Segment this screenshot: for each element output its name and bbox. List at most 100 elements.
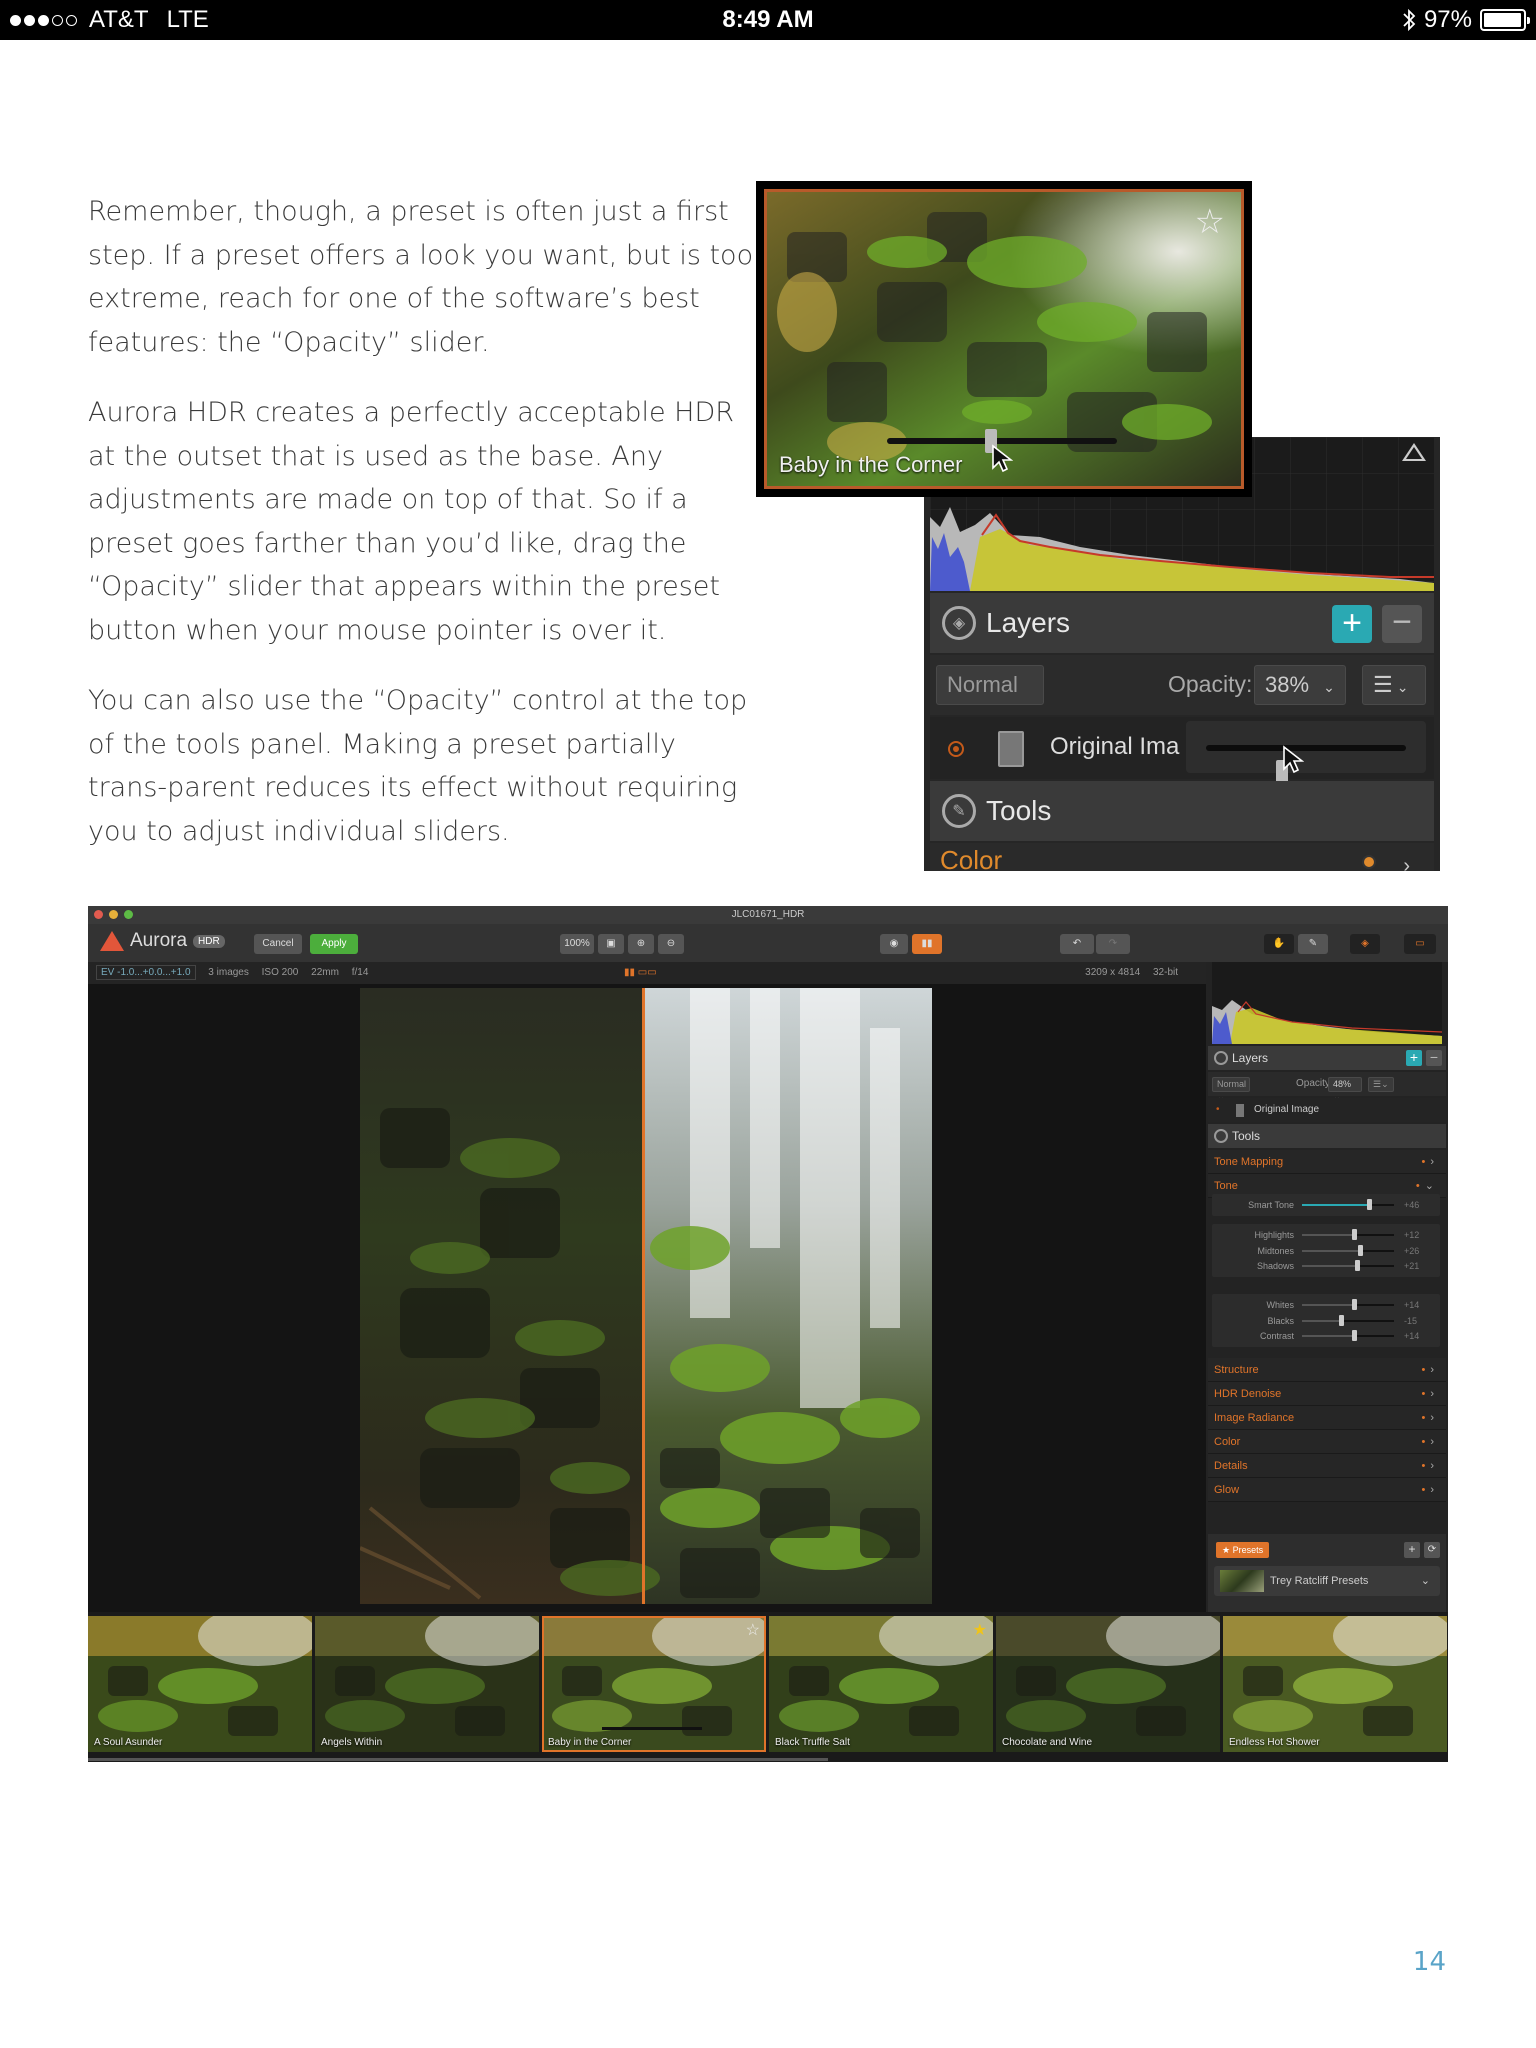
signal-dot: [52, 14, 63, 26]
favorite-star-icon[interactable]: ☆: [1195, 202, 1225, 242]
add-layer-button[interactable]: +: [1406, 1050, 1422, 1066]
preset-thumbnail[interactable]: ★ Black Truffle Salt: [769, 1616, 993, 1752]
tool-section-details[interactable]: Details • ›: [1208, 1454, 1446, 1478]
slider-track[interactable]: [1302, 1229, 1394, 1240]
zoom-window-icon[interactable]: [124, 910, 133, 919]
page-number: 14: [1412, 1947, 1446, 1977]
slider-track[interactable]: [1302, 1330, 1394, 1341]
refresh-presets-icon[interactable]: ⟳: [1424, 1542, 1440, 1558]
preset-collection-select[interactable]: Trey Ratcliff Presets ⌄: [1214, 1566, 1440, 1596]
presets-toggle-icon[interactable]: ▭: [1404, 934, 1436, 954]
slider-value: +21: [1404, 1261, 1420, 1271]
chevron-right-icon: • ›: [1421, 1412, 1434, 1424]
tool-section-color[interactable]: Color • ›: [1208, 1430, 1446, 1454]
layer-menu-button[interactable]: ☰⌄: [1368, 1077, 1394, 1092]
add-preset-button[interactable]: +: [1404, 1542, 1420, 1558]
zoom-in-icon[interactable]: ⊕: [628, 934, 654, 954]
favorite-star-icon[interactable]: ★: [973, 1620, 987, 1640]
blend-mode-select[interactable]: Normal ⌄: [936, 665, 1044, 733]
presets-filmstrip: A Soul Asunder Angels Within ☆ Baby in the …: [88, 1612, 1448, 1762]
tool-section-label: Structure: [1214, 1364, 1259, 1376]
favorite-star-icon[interactable]: ☆: [746, 1620, 760, 1640]
compare-mode-icon[interactable]: ▮▮ ▭▭: [624, 962, 657, 984]
tool-section-hdr-denoise[interactable]: HDR Denoise • ›: [1208, 1382, 1446, 1406]
slider-handle[interactable]: [1352, 1330, 1358, 1341]
opacity-select[interactable]: 48% ⌄: [1328, 1077, 1362, 1102]
tool-section-color[interactable]: Color ›: [930, 843, 1434, 871]
zoom-100-button[interactable]: 100%: [560, 934, 594, 954]
hand-tool-icon[interactable]: ✋: [1264, 934, 1294, 954]
slider-track[interactable]: [1302, 1244, 1394, 1256]
tool-section-structure[interactable]: Structure • ›: [1208, 1358, 1446, 1382]
remove-layer-button[interactable]: −: [1382, 605, 1422, 643]
layers-toggle-icon[interactable]: ◈: [1350, 934, 1380, 954]
presets-tab[interactable]: ★ Presets: [1216, 1542, 1270, 1558]
slider-track[interactable]: [1302, 1299, 1394, 1310]
preset-thumbnail[interactable]: Chocolate and Wine: [996, 1616, 1220, 1752]
apply-button[interactable]: Apply: [310, 934, 358, 954]
layers-header: ◈ Layers + −: [930, 593, 1434, 653]
image-canvas[interactable]: [88, 984, 1206, 1612]
tool-section-label: Tone: [1214, 1180, 1238, 1192]
slider-handle[interactable]: [1357, 1244, 1363, 1256]
slider-fill: [1302, 1234, 1354, 1236]
layer-menu-button[interactable]: ☰⌄: [1362, 665, 1426, 705]
layer-visibility-icon[interactable]: [948, 741, 964, 757]
zoom-out-icon[interactable]: ⊖: [658, 934, 684, 954]
layer-opacity-track[interactable]: [1206, 745, 1406, 784]
chevron-right-icon: • ›: [1421, 1436, 1434, 1448]
layer-visibility-icon[interactable]: •: [1216, 1098, 1220, 1122]
slider-handle[interactable]: [1352, 1299, 1358, 1310]
mouse-cursor-icon: [991, 444, 1013, 474]
slider-handle[interactable]: [1367, 1199, 1373, 1210]
preset-name: Angels Within: [321, 1737, 383, 1748]
layer-row[interactable]: • Original Image: [1208, 1098, 1446, 1122]
fit-screen-icon[interactable]: ▣: [598, 934, 624, 954]
slider-handle[interactable]: [1355, 1260, 1361, 1271]
minimize-window-icon[interactable]: [109, 910, 118, 919]
slider-track[interactable]: [1302, 1260, 1394, 1271]
clipping-warning-icon[interactable]: [1402, 443, 1426, 461]
remove-layer-button[interactable]: −: [1426, 1050, 1442, 1066]
add-layer-button[interactable]: +: [1332, 605, 1372, 643]
preset-name: Black Truffle Salt: [775, 1737, 850, 1748]
preset-thumbnail[interactable]: ☆ Baby in the Corner: [764, 189, 1244, 489]
slider-track[interactable]: [1302, 1314, 1394, 1326]
preset-thumbnail[interactable]: Angels Within: [315, 1616, 539, 1752]
preset-opacity-track[interactable]: [602, 1727, 702, 1730]
redo-icon[interactable]: ↷: [1096, 934, 1130, 954]
clock: 8:49 AM: [722, 6, 814, 33]
split-view-divider[interactable]: [642, 988, 645, 1604]
tool-section-image-radiance[interactable]: Image Radiance • ›: [1208, 1406, 1446, 1430]
preset-thumbnail[interactable]: A Soul Asunder: [88, 1616, 312, 1752]
cancel-button[interactable]: Cancel: [254, 934, 302, 954]
tools-side-panel: Layers + − Normal ⌄ Opacity: 48% ⌄ ☰⌄ • …: [1206, 962, 1448, 1612]
chevron-right-icon: • ›: [1421, 1388, 1434, 1400]
preset-thumbnail[interactable]: ☆ Baby in the Corner: [542, 1616, 766, 1752]
layers-title: Layers: [1232, 1051, 1269, 1065]
menu-icon: ☰: [1373, 672, 1393, 697]
tool-section-tone-mapping[interactable]: Tone Mapping • ›: [1208, 1150, 1446, 1174]
tool-section-glow[interactable]: Glow • ›: [1208, 1478, 1446, 1502]
opacity-select[interactable]: 38% ⌄: [1254, 665, 1346, 705]
chevron-right-icon: • ›: [1421, 1484, 1434, 1496]
undo-icon[interactable]: ↶: [1060, 934, 1094, 954]
preset-thumbnail[interactable]: Endless Hot Shower: [1223, 1616, 1447, 1752]
close-window-icon[interactable]: [94, 910, 103, 919]
filmstrip-scrollbar[interactable]: [88, 1758, 828, 1761]
layer-name: Original Image: [1050, 733, 1180, 760]
slider-fill: [1302, 1265, 1358, 1267]
layer-row[interactable]: Original Image: [930, 717, 1434, 784]
tools-title: Tools: [986, 795, 1052, 826]
brush-tool-icon[interactable]: ✎: [1298, 934, 1328, 954]
preview-eye-icon[interactable]: ◉: [880, 934, 908, 954]
signal-strength-icon: [10, 14, 77, 26]
iso-value: ISO 200: [261, 967, 299, 978]
slider-handle[interactable]: [1338, 1314, 1344, 1326]
window-titlebar: JLC01671_HDR: [88, 906, 1448, 924]
split-view-icon[interactable]: ▮▮: [912, 934, 942, 954]
image-dimensions-group: 3209 x 4814 32-bit: [1085, 962, 1188, 984]
blend-mode-select[interactable]: Normal ⌄: [1212, 1077, 1250, 1102]
slider-track[interactable]: [1302, 1199, 1394, 1210]
slider-handle[interactable]: [1351, 1229, 1357, 1240]
